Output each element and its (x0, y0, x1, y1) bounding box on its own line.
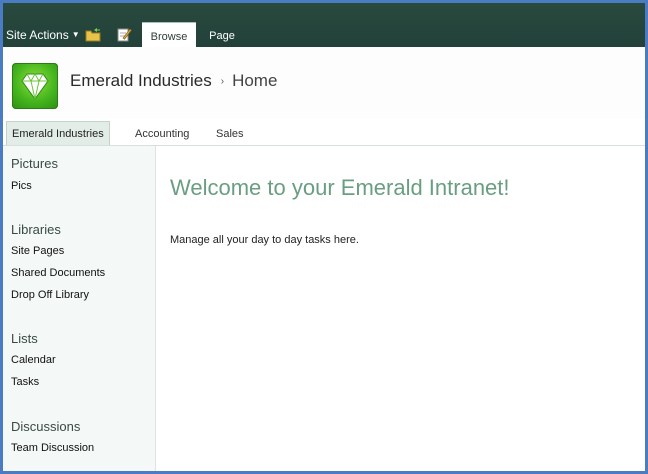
tab-browse-label: Browse (150, 31, 188, 43)
topnav-item-label: Accounting (135, 128, 190, 140)
topnav-item-emerald-industries[interactable]: Emerald Industries (6, 121, 110, 145)
ql-link-tasks[interactable]: Tasks (11, 376, 39, 388)
tab-page-label: Page (209, 30, 235, 42)
breadcrumb-separator-icon: › (220, 75, 225, 87)
ql-link-site-pages[interactable]: Site Pages (11, 245, 64, 257)
quick-launch: Pictures Pics Libraries Site Pages Share… (3, 146, 156, 471)
topnav-item-accounting[interactable]: Accounting (130, 123, 194, 145)
welcome-heading: Welcome to your Emerald Intranet! (170, 175, 510, 200)
ql-link-drop-off-library[interactable]: Drop Off Library (11, 289, 89, 301)
site-logo[interactable] (12, 63, 58, 109)
breadcrumb: Emerald Industries › Home (70, 71, 277, 91)
ribbon-bar: Site Actions ▼ Browse Page (3, 3, 645, 48)
site-actions-menu[interactable]: Site Actions ▼ (6, 28, 80, 42)
ql-link-pics[interactable]: Pics (11, 180, 32, 192)
title-area: Emerald Industries › Home (3, 47, 645, 119)
topnav-item-label: Emerald Industries (12, 128, 104, 140)
browser-frame: Site Actions ▼ Browse Page Emerald Indus… (3, 3, 645, 471)
tab-page[interactable]: Page (202, 22, 242, 47)
ql-link-calendar[interactable]: Calendar (11, 354, 56, 366)
ql-heading-lists[interactable]: Lists (11, 331, 38, 346)
page-title: Home (232, 71, 278, 90)
navigate-up-icon[interactable] (85, 27, 101, 42)
ql-heading-pictures[interactable]: Pictures (11, 156, 58, 171)
site-title-link[interactable]: Emerald Industries (70, 71, 212, 91)
welcome-text: Manage all your day to day tasks here. (170, 234, 359, 246)
chevron-down-icon: ▼ (71, 30, 80, 39)
ql-link-shared-documents[interactable]: Shared Documents (11, 267, 105, 279)
top-nav: Emerald Industries Accounting Sales (3, 119, 645, 146)
diamond-icon (21, 72, 49, 100)
site-actions-label: Site Actions (6, 28, 69, 42)
ql-link-team-discussion[interactable]: Team Discussion (11, 442, 94, 454)
ql-heading-discussions[interactable]: Discussions (11, 419, 80, 434)
tab-browse[interactable]: Browse (142, 22, 196, 48)
ql-heading-libraries[interactable]: Libraries (11, 222, 61, 237)
topnav-item-sales[interactable]: Sales (211, 123, 249, 145)
topnav-item-label: Sales (216, 128, 244, 140)
edit-page-icon[interactable] (116, 27, 132, 42)
